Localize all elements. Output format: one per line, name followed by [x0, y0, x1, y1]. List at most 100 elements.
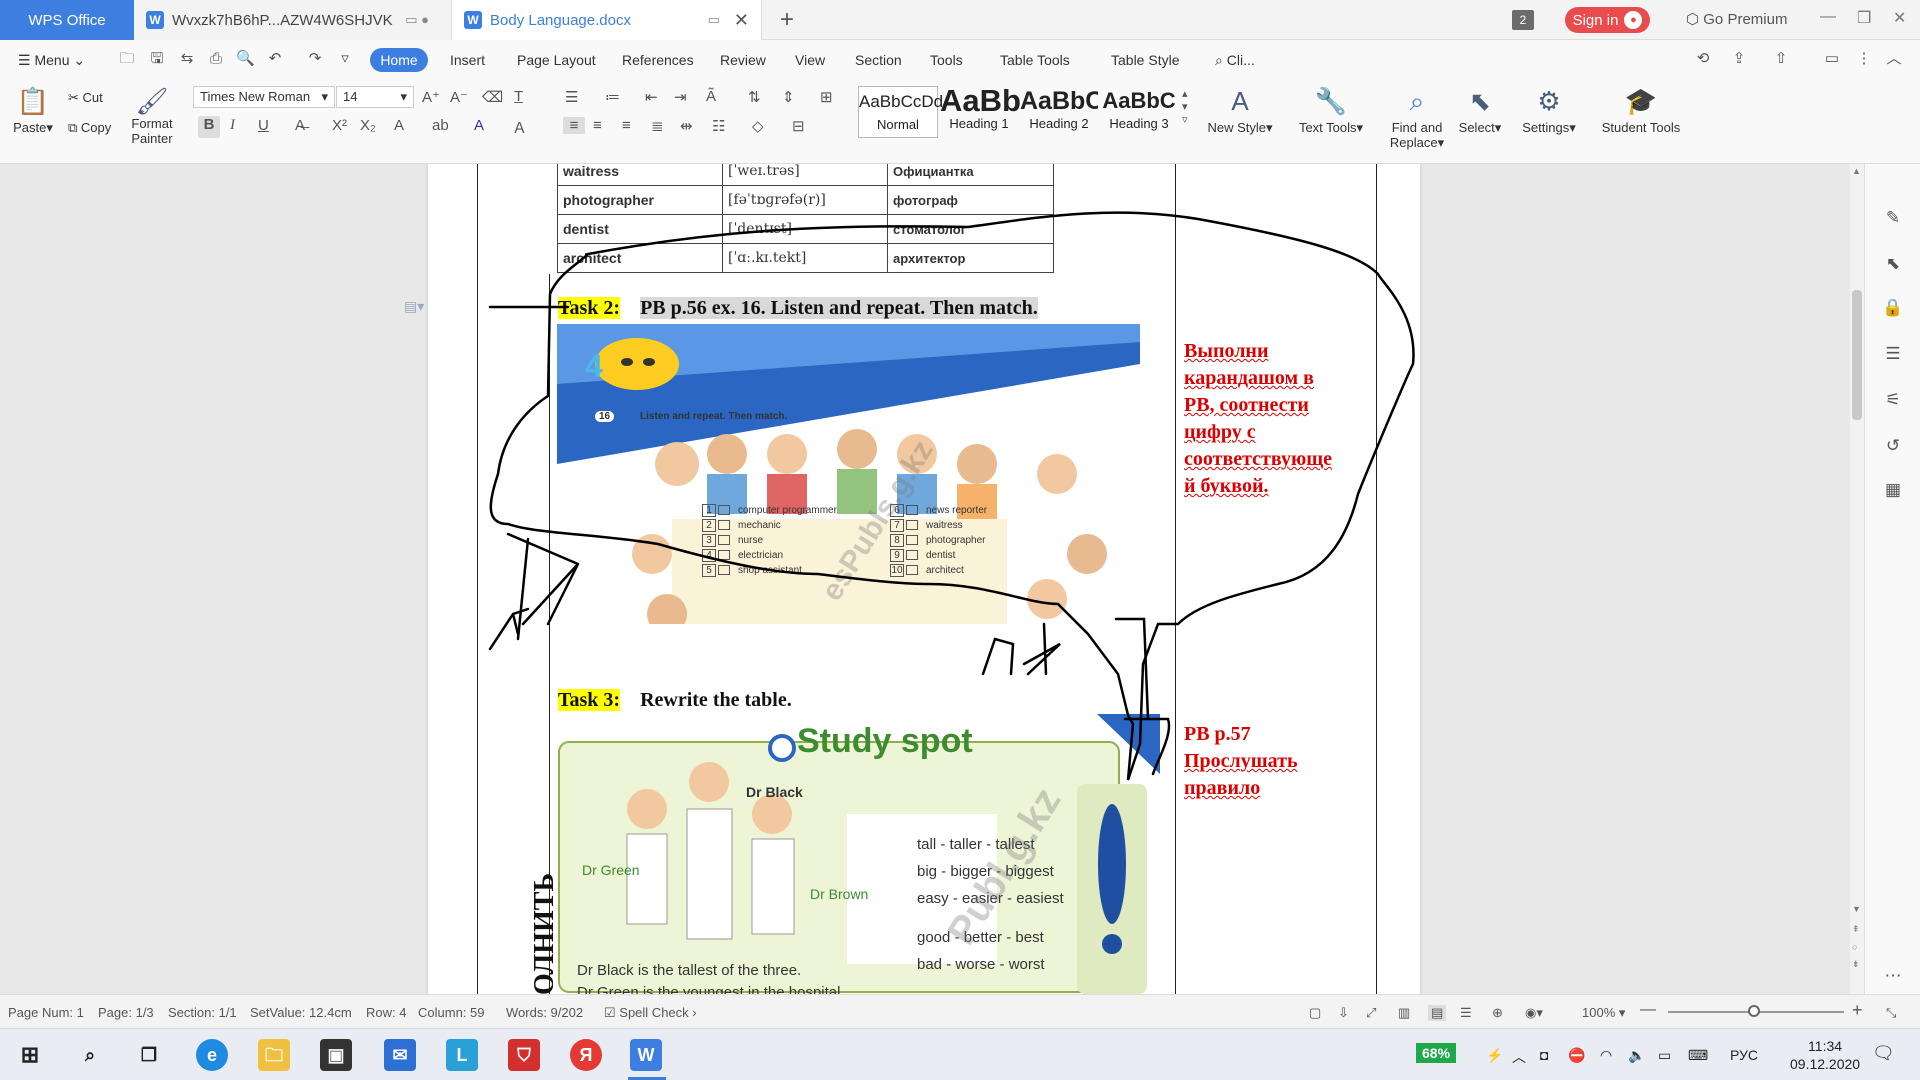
status-section[interactable]: Section: 1/1: [168, 1005, 237, 1020]
restore-icon[interactable]: ❐: [1857, 8, 1871, 28]
zoom-out-icon[interactable]: —: [1640, 1001, 1656, 1019]
format-painter-button[interactable]: 🖌 Format Painter: [124, 86, 180, 146]
line-spacing-icon[interactable]: ⇕: [782, 88, 795, 106]
superscript-icon[interactable]: X²: [332, 117, 347, 134]
status-words[interactable]: Words: 9/202: [506, 1005, 583, 1020]
page-view-icon[interactable]: ▤: [1428, 1005, 1447, 1021]
print-preview-icon[interactable]: 🔍: [236, 50, 255, 68]
customize-chevron-icon[interactable]: ▿: [336, 50, 354, 68]
text-style-icon[interactable]: A: [394, 117, 404, 134]
close-tab-icon[interactable]: ✕: [734, 10, 749, 31]
status-column[interactable]: Column: 59: [418, 1005, 484, 1020]
go-premium-button[interactable]: ⬡ Go Premium: [1686, 10, 1787, 28]
text-tools-button[interactable]: 🔧 Text Tools▾: [1293, 86, 1369, 136]
select-button[interactable]: ⬉ Select▾: [1452, 86, 1508, 136]
clear-format-icon[interactable]: ⌫: [482, 88, 503, 106]
tab-document-1[interactable]: W Wvxzk7hB6hP...AZW4W6SHJVK ▭ ●: [134, 0, 452, 40]
more-options-icon[interactable]: ⋯: [1882, 966, 1904, 988]
file-explorer-icon[interactable]: 🗀: [258, 1039, 290, 1071]
redo-icon[interactable]: ↷: [306, 50, 324, 68]
tab-wps-office[interactable]: WPS Office: [0, 0, 134, 40]
strikethrough-icon[interactable]: A̶: [295, 117, 305, 134]
read-mode-icon[interactable]: ▥: [1398, 1005, 1410, 1021]
main-menu-button[interactable]: ☰ Menu ⌄: [18, 52, 85, 69]
document-count-badge[interactable]: 2: [1512, 10, 1534, 30]
menu-table-tools[interactable]: Table Tools: [1000, 52, 1070, 68]
menu-home[interactable]: Home: [370, 48, 428, 72]
font-name-select[interactable]: Times New Roman ▾: [193, 86, 335, 108]
increase-indent-icon[interactable]: ⇥: [674, 88, 687, 106]
wps-writer-taskbar-icon[interactable]: W: [630, 1039, 662, 1071]
spell-check-button[interactable]: ☑ Spell Check ›: [604, 1005, 697, 1021]
l-app-icon[interactable]: L: [446, 1039, 478, 1071]
status-row[interactable]: Row: 4: [366, 1005, 406, 1020]
new-tab-button[interactable]: +: [780, 6, 794, 34]
edge-browser-icon[interactable]: e: [196, 1039, 228, 1071]
command-search[interactable]: ⌕ Cli...: [1215, 52, 1255, 69]
minimize-icon[interactable]: —: [1820, 8, 1836, 26]
lock-icon[interactable]: 🔒: [1882, 298, 1904, 320]
tab-document-2[interactable]: W Body Language.docx ▭ ✕: [452, 0, 762, 40]
paragraph-spacing-icon[interactable]: ☷: [712, 117, 725, 135]
status-page-num[interactable]: Page Num: 1: [8, 1005, 84, 1020]
new-style-button[interactable]: A New Style▾: [1205, 86, 1275, 136]
camera-icon[interactable]: ◘: [1540, 1047, 1548, 1063]
style-heading-1[interactable]: AaBb Heading 1: [940, 85, 1021, 138]
share-collab-icon[interactable]: ⟲: [1694, 50, 1712, 68]
yandex-browser-icon[interactable]: Я: [570, 1039, 602, 1071]
outline-icon[interactable]: ☰: [1882, 344, 1904, 366]
scroll-down-icon[interactable]: ▼: [1852, 904, 1861, 914]
menu-page-layout[interactable]: Page Layout: [517, 52, 596, 68]
style-normal[interactable]: AaBbCcDd Normal: [858, 86, 943, 138]
settings-button[interactable]: ⚙ Settings▾: [1516, 86, 1582, 136]
shading-icon[interactable]: ◇: [752, 117, 764, 135]
justify-icon[interactable]: ≣: [651, 117, 664, 135]
undo-icon[interactable]: ↶: [266, 50, 284, 68]
style-heading-3[interactable]: AaBbC Heading 3: [1100, 86, 1178, 138]
paragraph-handle-icon[interactable]: ▤▾: [404, 298, 424, 315]
share-icon[interactable]: ⇪: [1730, 50, 1748, 68]
decrease-font-icon[interactable]: A⁻: [450, 88, 468, 106]
language-indicator[interactable]: РУС: [1730, 1047, 1758, 1063]
numbering-icon[interactable]: ≔: [605, 88, 620, 106]
task-view-icon[interactable]: ❐: [133, 1039, 165, 1071]
close-window-icon[interactable]: ✕: [1893, 8, 1906, 28]
export-icon[interactable]: ⇆: [178, 50, 196, 68]
menu-review[interactable]: Review: [720, 52, 766, 68]
outline-view-icon[interactable]: ⇩: [1338, 1005, 1349, 1021]
collapse-ribbon-icon[interactable]: ︿: [1885, 50, 1903, 68]
battery-percent[interactable]: 68%: [1416, 1043, 1457, 1063]
antivirus-icon[interactable]: ⛔: [1568, 1047, 1585, 1064]
fullscreen-icon[interactable]: ⤢: [1366, 1005, 1376, 1021]
zoom-in-icon[interactable]: +: [1852, 1000, 1863, 1021]
view-mode-icon[interactable]: ▢: [1309, 1005, 1321, 1021]
print-icon[interactable]: ⎙: [207, 50, 225, 68]
more-icon[interactable]: ⋮: [1855, 50, 1873, 68]
notification-icon[interactable]: 🗨: [1872, 1043, 1895, 1064]
eye-protection-icon[interactable]: ◉▾: [1525, 1005, 1543, 1021]
document-page[interactable]: waitress [ˈweɪ.trəs] Официантка photographe…: [428, 164, 1420, 994]
zoom-level[interactable]: 100% ▾: [1582, 1005, 1625, 1021]
text-effect-icon[interactable]: T̲: [514, 88, 523, 105]
shield-app-icon[interactable]: ⛉: [508, 1039, 540, 1071]
volume-icon[interactable]: 🔈: [1628, 1047, 1645, 1064]
keyboard-icon[interactable]: ⌨: [1688, 1047, 1708, 1064]
scroll-up-icon[interactable]: ▲: [1852, 166, 1861, 176]
italic-icon[interactable]: I: [230, 117, 235, 134]
cut-button[interactable]: ✂ Cut: [68, 90, 103, 106]
align-left-icon[interactable]: ≡: [563, 117, 585, 134]
document-map-icon[interactable]: ▦: [1882, 480, 1904, 502]
styles-scroll-icon[interactable]: ▴ ▾ ▿: [1182, 88, 1188, 127]
sort-icon[interactable]: ⇅: [748, 88, 761, 106]
pen-icon[interactable]: ✎: [1882, 208, 1904, 230]
student-tools-button[interactable]: 🎓 Student Tools: [1595, 86, 1687, 135]
zoom-slider[interactable]: [1668, 1005, 1844, 1017]
highlight-icon[interactable]: ab: [432, 117, 449, 134]
menu-insert[interactable]: Insert: [450, 52, 485, 68]
windows-start-icon[interactable]: ⊞: [14, 1039, 46, 1071]
clock[interactable]: 11:34 09.12.2020: [1790, 1037, 1860, 1073]
web-layout-icon[interactable]: ☰: [1460, 1005, 1472, 1021]
comment-icon[interactable]: ▭: [1823, 50, 1841, 68]
font-size-select[interactable]: 14 ▾: [336, 86, 414, 108]
menu-table-style[interactable]: Table Style: [1111, 52, 1179, 68]
